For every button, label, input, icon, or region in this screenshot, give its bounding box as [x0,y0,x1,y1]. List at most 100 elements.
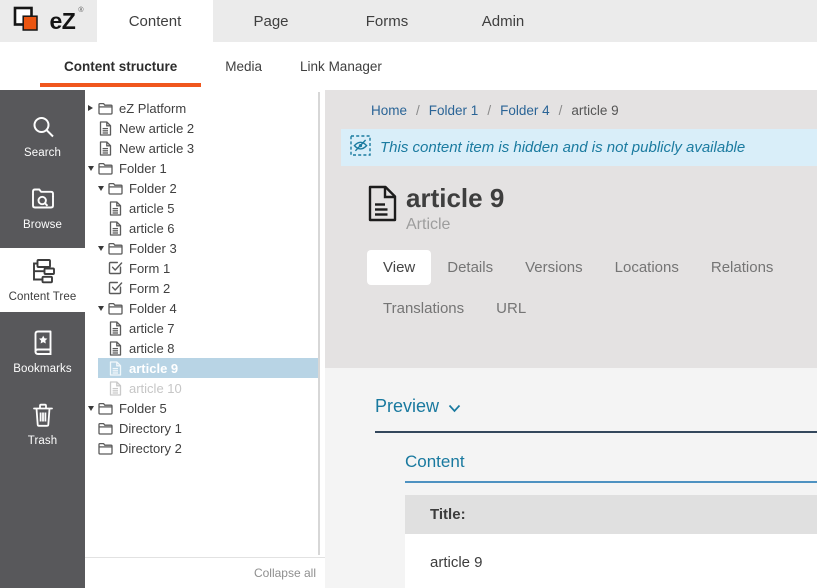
collapse-all-button[interactable]: Collapse all [254,566,316,580]
trash-icon [31,402,55,429]
tree-item-ez-platform[interactable]: eZ Platform [85,98,325,118]
form-icon [108,281,123,296]
tree-item-label: Folder 3 [129,241,177,256]
tree-item-folder-2[interactable]: Folder 2 [85,178,325,198]
content-section: Content Title:article 9 [405,452,817,588]
tab-view[interactable]: View [367,250,431,285]
page-title: article 9 [406,183,504,213]
tree-item-label: Folder 5 [119,401,167,416]
tree-item-label: New article 2 [119,121,194,136]
rail-item-bookmarks[interactable]: Bookmarks [0,320,85,384]
article-icon [108,381,123,396]
preview-divider [375,431,817,433]
tree-item-folder-3[interactable]: Folder 3 [85,238,325,258]
tree-collapse-arrow-icon[interactable] [98,246,108,251]
rail-item-browse[interactable]: Browse [0,176,85,240]
hidden-notice-text: This content item is hidden and is not p… [380,139,745,156]
content-section-underline [405,481,817,483]
tree-item-label: Form 2 [129,281,170,296]
main-nav-tab-forms[interactable]: Forms [329,0,445,42]
breadcrumb-link-folder-4[interactable]: Folder 4 [500,103,550,118]
subnav-item-media[interactable]: Media [211,42,276,90]
article-icon [368,185,397,227]
content-tree: eZ Platform New article 2 New article 3 Fol… [85,90,325,458]
folder-icon [98,441,113,456]
ez-logo[interactable]: eZ ® [0,0,97,42]
breadcrumb-separator: / [487,103,491,118]
rail-item-label: Bookmarks [13,363,71,375]
tree-item-form-2[interactable]: Form 2 [85,278,325,298]
tree-item-article-10[interactable]: article 10 [85,378,325,398]
tab-details[interactable]: Details [431,250,509,285]
search-icon [30,114,56,141]
tree-item-label: Form 1 [129,261,170,276]
breadcrumb-link-folder-1[interactable]: Folder 1 [429,103,479,118]
tree-item-directory-1[interactable]: Directory 1 [85,418,325,438]
tree-item-article-7[interactable]: article 7 [85,318,325,338]
breadcrumb-link-home[interactable]: Home [371,103,407,118]
tree-item-article-6[interactable]: article 6 [85,218,325,238]
subnav-item-content-structure[interactable]: Content structure [40,42,201,90]
chevron-down-icon [448,397,461,418]
tab-versions[interactable]: Versions [509,250,599,285]
main-nav-tab-page[interactable]: Page [213,0,329,42]
tree-item-article-8[interactable]: article 8 [85,338,325,358]
tree-item-label: eZ Platform [119,101,186,116]
rail-item-label: Browse [23,219,62,231]
tree-item-label: Directory 2 [119,441,182,456]
tree-item-new-article-2[interactable]: New article 2 [85,118,325,138]
content-view-header: Home/Folder 1/Folder 4/article 9 This co… [325,90,817,368]
folder-icon [108,301,123,316]
article-icon [108,321,123,336]
tree-item-article-5[interactable]: article 5 [85,198,325,218]
field-value-row: article 9 [405,534,817,588]
tree-collapse-arrow-icon[interactable] [98,306,108,311]
preview-label: Preview [375,396,439,417]
rail-item-content-tree[interactable]: Content Tree [0,248,85,312]
rail-item-trash[interactable]: Trash [0,392,85,456]
form-icon [108,261,123,276]
field-table: Title:article 9 [405,495,817,588]
tree-item-folder-5[interactable]: Folder 5 [85,398,325,418]
tab-relations[interactable]: Relations [695,250,790,285]
tree-collapse-arrow-icon[interactable] [88,406,98,411]
breadcrumb-current-article-9: article 9 [571,103,618,118]
content-view: Home/Folder 1/Folder 4/article 9 This co… [325,90,817,588]
tree-item-label: New article 3 [119,141,194,156]
main-nav-tab-content[interactable]: Content [97,0,213,42]
tab-translations[interactable]: Translations [367,291,480,326]
subnav-item-link-manager[interactable]: Link Manager [286,42,396,90]
tree-item-label: Folder 4 [129,301,177,316]
tree-expand-arrow-icon[interactable] [88,105,98,111]
folder-icon [98,421,113,436]
topbar: eZ ® ContentPageFormsAdmin [0,0,817,42]
article-icon [108,221,123,236]
hidden-eye-icon [350,135,371,161]
tree-item-label: Directory 1 [119,421,182,436]
tree-item-folder-4[interactable]: Folder 4 [85,298,325,318]
rail-item-search[interactable]: Search [0,104,85,168]
tree-item-directory-2[interactable]: Directory 2 [85,438,325,458]
rail-item-label: Search [24,147,61,159]
tab-locations[interactable]: Locations [599,250,695,285]
tree-scrollbar[interactable] [318,92,320,555]
left-rail: Search Browse Content Tree Bookmarks Trash [0,90,85,588]
tree-collapse-arrow-icon[interactable] [98,186,108,191]
title-row: article 9 Article [368,183,817,234]
tab-url[interactable]: URL [480,291,542,326]
tree-footer: Collapse all [85,557,325,588]
content-type-label: Article [406,216,504,234]
tree-item-folder-1[interactable]: Folder 1 [85,158,325,178]
tree-item-form-1[interactable]: Form 1 [85,258,325,278]
tree-item-label: article 5 [129,201,175,216]
tree-item-article-9[interactable]: article 9 [85,358,325,378]
tree-item-new-article-3[interactable]: New article 3 [85,138,325,158]
main-nav-tab-admin[interactable]: Admin [445,0,561,42]
preview-toggle[interactable]: Preview [375,394,461,418]
breadcrumb-separator: / [416,103,420,118]
folder-icon [98,401,113,416]
tree-collapse-arrow-icon[interactable] [88,166,98,171]
folder-icon [98,161,113,176]
folder-icon [98,101,113,116]
tree-item-label: Folder 2 [129,181,177,196]
